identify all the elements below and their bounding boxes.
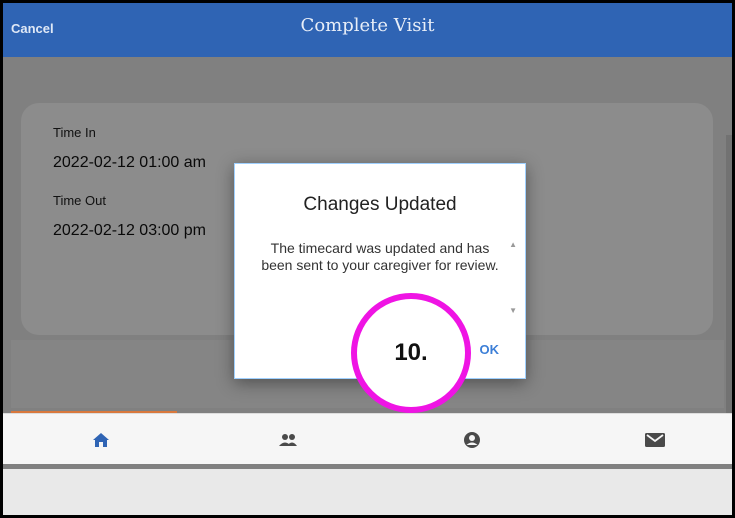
step-marker: 10.: [351, 293, 471, 413]
header-bar: Cancel Complete Visit: [3, 3, 732, 57]
account-icon[interactable]: [458, 430, 486, 450]
app-frame: Cancel Complete Visit Time In 2022-02-12…: [0, 0, 735, 518]
bottom-nav: [3, 413, 732, 464]
dialog-scroll-up-icon[interactable]: ▲: [509, 240, 517, 249]
mail-icon[interactable]: [641, 430, 669, 450]
page-title: Complete Visit: [300, 15, 435, 36]
people-icon[interactable]: [274, 430, 302, 450]
ok-button[interactable]: OK: [480, 342, 500, 357]
dialog-title: Changes Updated: [303, 194, 457, 215]
dialog-message: The timecard was updated and has been se…: [261, 240, 499, 273]
dialog-scroll-down-icon[interactable]: ▼: [509, 306, 517, 315]
home-icon[interactable]: [87, 430, 115, 450]
